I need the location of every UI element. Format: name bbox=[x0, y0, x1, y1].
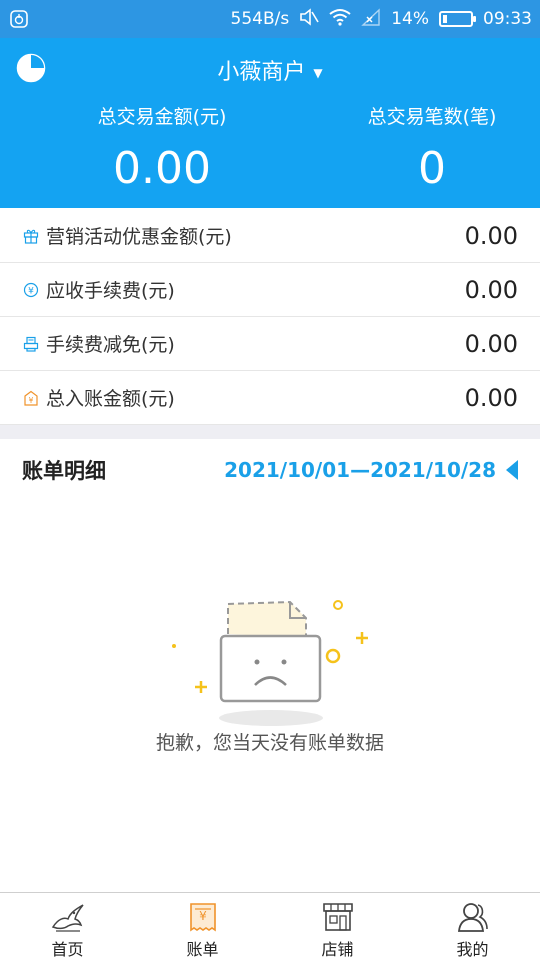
status-bar: 554B/s 14% 09:33 bbox=[0, 0, 540, 38]
battery-icon bbox=[439, 11, 476, 27]
merchant-name: 小薇商户 bbox=[217, 60, 306, 85]
yen-coin-icon: ¥ bbox=[22, 281, 40, 299]
summary-list: 营销活动优惠金额(元) 0.00 ¥ 应收手续费(元) 0.00 手续费减免(元… bbox=[0, 209, 540, 425]
bill-icon: ¥ bbox=[185, 899, 221, 934]
bill-detail-title: 账单明细 bbox=[22, 459, 106, 483]
total-amount-label: 总交易金额(元) bbox=[97, 106, 227, 128]
triangle-left-icon[interactable] bbox=[506, 460, 518, 480]
svg-text:¥: ¥ bbox=[199, 909, 207, 923]
row-label: 手续费减免(元) bbox=[46, 334, 175, 356]
tab-bill[interactable]: ¥ 账单 bbox=[135, 893, 270, 960]
mute-icon bbox=[299, 7, 319, 31]
tab-label: 账单 bbox=[186, 940, 219, 959]
tab-mine[interactable]: 我的 bbox=[405, 893, 540, 960]
row-label: 营销活动优惠金额(元) bbox=[46, 226, 232, 248]
bottom-tab-bar: 首页 ¥ 账单 店铺 我的 bbox=[0, 892, 540, 960]
total-count-label: 总交易笔数(笔) bbox=[367, 106, 497, 128]
svg-text:¥: ¥ bbox=[28, 286, 34, 296]
list-item: 手续费减免(元) 0.00 bbox=[0, 317, 540, 371]
bill-detail-header: 账单明细 2021/10/01—2021/10/28 bbox=[0, 440, 540, 500]
gift-icon bbox=[22, 227, 40, 245]
caret-down-icon: ▼ bbox=[313, 66, 323, 80]
date-range-picker[interactable]: 2021/10/01—2021/10/28 bbox=[224, 458, 496, 482]
section-divider bbox=[0, 425, 540, 439]
tab-label: 店铺 bbox=[321, 940, 354, 959]
clock: 09:33 bbox=[483, 9, 532, 29]
summary-header: 小薇商户 ▼ 总交易金额(元) 0.00 总交易笔数(笔) 0 bbox=[0, 38, 540, 208]
list-item: ¥ 总入账金额(元) 0.00 bbox=[0, 371, 540, 425]
row-label: 应收手续费(元) bbox=[46, 280, 175, 302]
row-value: 0.00 bbox=[464, 221, 518, 250]
total-amount-stat: 总交易金额(元) 0.00 bbox=[0, 102, 324, 194]
home-bird-icon bbox=[50, 899, 86, 934]
user-icon bbox=[455, 899, 491, 934]
list-item: ¥ 应收手续费(元) 0.00 bbox=[0, 263, 540, 317]
signal-icon bbox=[361, 7, 381, 31]
money-bag-icon: ¥ bbox=[22, 389, 40, 407]
total-count-value: 0 bbox=[418, 143, 446, 194]
network-speed: 554B/s bbox=[230, 9, 290, 29]
tab-store[interactable]: 店铺 bbox=[270, 893, 405, 960]
wifi-icon bbox=[329, 8, 351, 31]
empty-state-message: 抱歉，您当天没有账单数据 bbox=[155, 732, 384, 754]
merchant-selector[interactable]: 小薇商户 ▼ bbox=[0, 54, 540, 86]
tab-label: 我的 bbox=[456, 940, 489, 959]
empty-state-illustration bbox=[150, 590, 390, 730]
notification-icon bbox=[8, 8, 30, 30]
row-value: 0.00 bbox=[464, 275, 518, 304]
svg-text:¥: ¥ bbox=[29, 396, 34, 405]
battery-percent: 14% bbox=[391, 9, 429, 29]
total-amount-value: 0.00 bbox=[113, 143, 211, 194]
receipt-printer-icon bbox=[22, 335, 40, 353]
battery-level bbox=[443, 15, 447, 23]
row-value: 0.00 bbox=[464, 383, 518, 412]
total-count-stat: 总交易笔数(笔) 0 bbox=[290, 102, 540, 194]
row-value: 0.00 bbox=[464, 329, 518, 358]
tab-label: 首页 bbox=[51, 940, 84, 959]
store-icon bbox=[320, 899, 356, 934]
list-item: 营销活动优惠金额(元) 0.00 bbox=[0, 209, 540, 263]
tab-home[interactable]: 首页 bbox=[0, 893, 135, 960]
row-label: 总入账金额(元) bbox=[46, 388, 175, 410]
